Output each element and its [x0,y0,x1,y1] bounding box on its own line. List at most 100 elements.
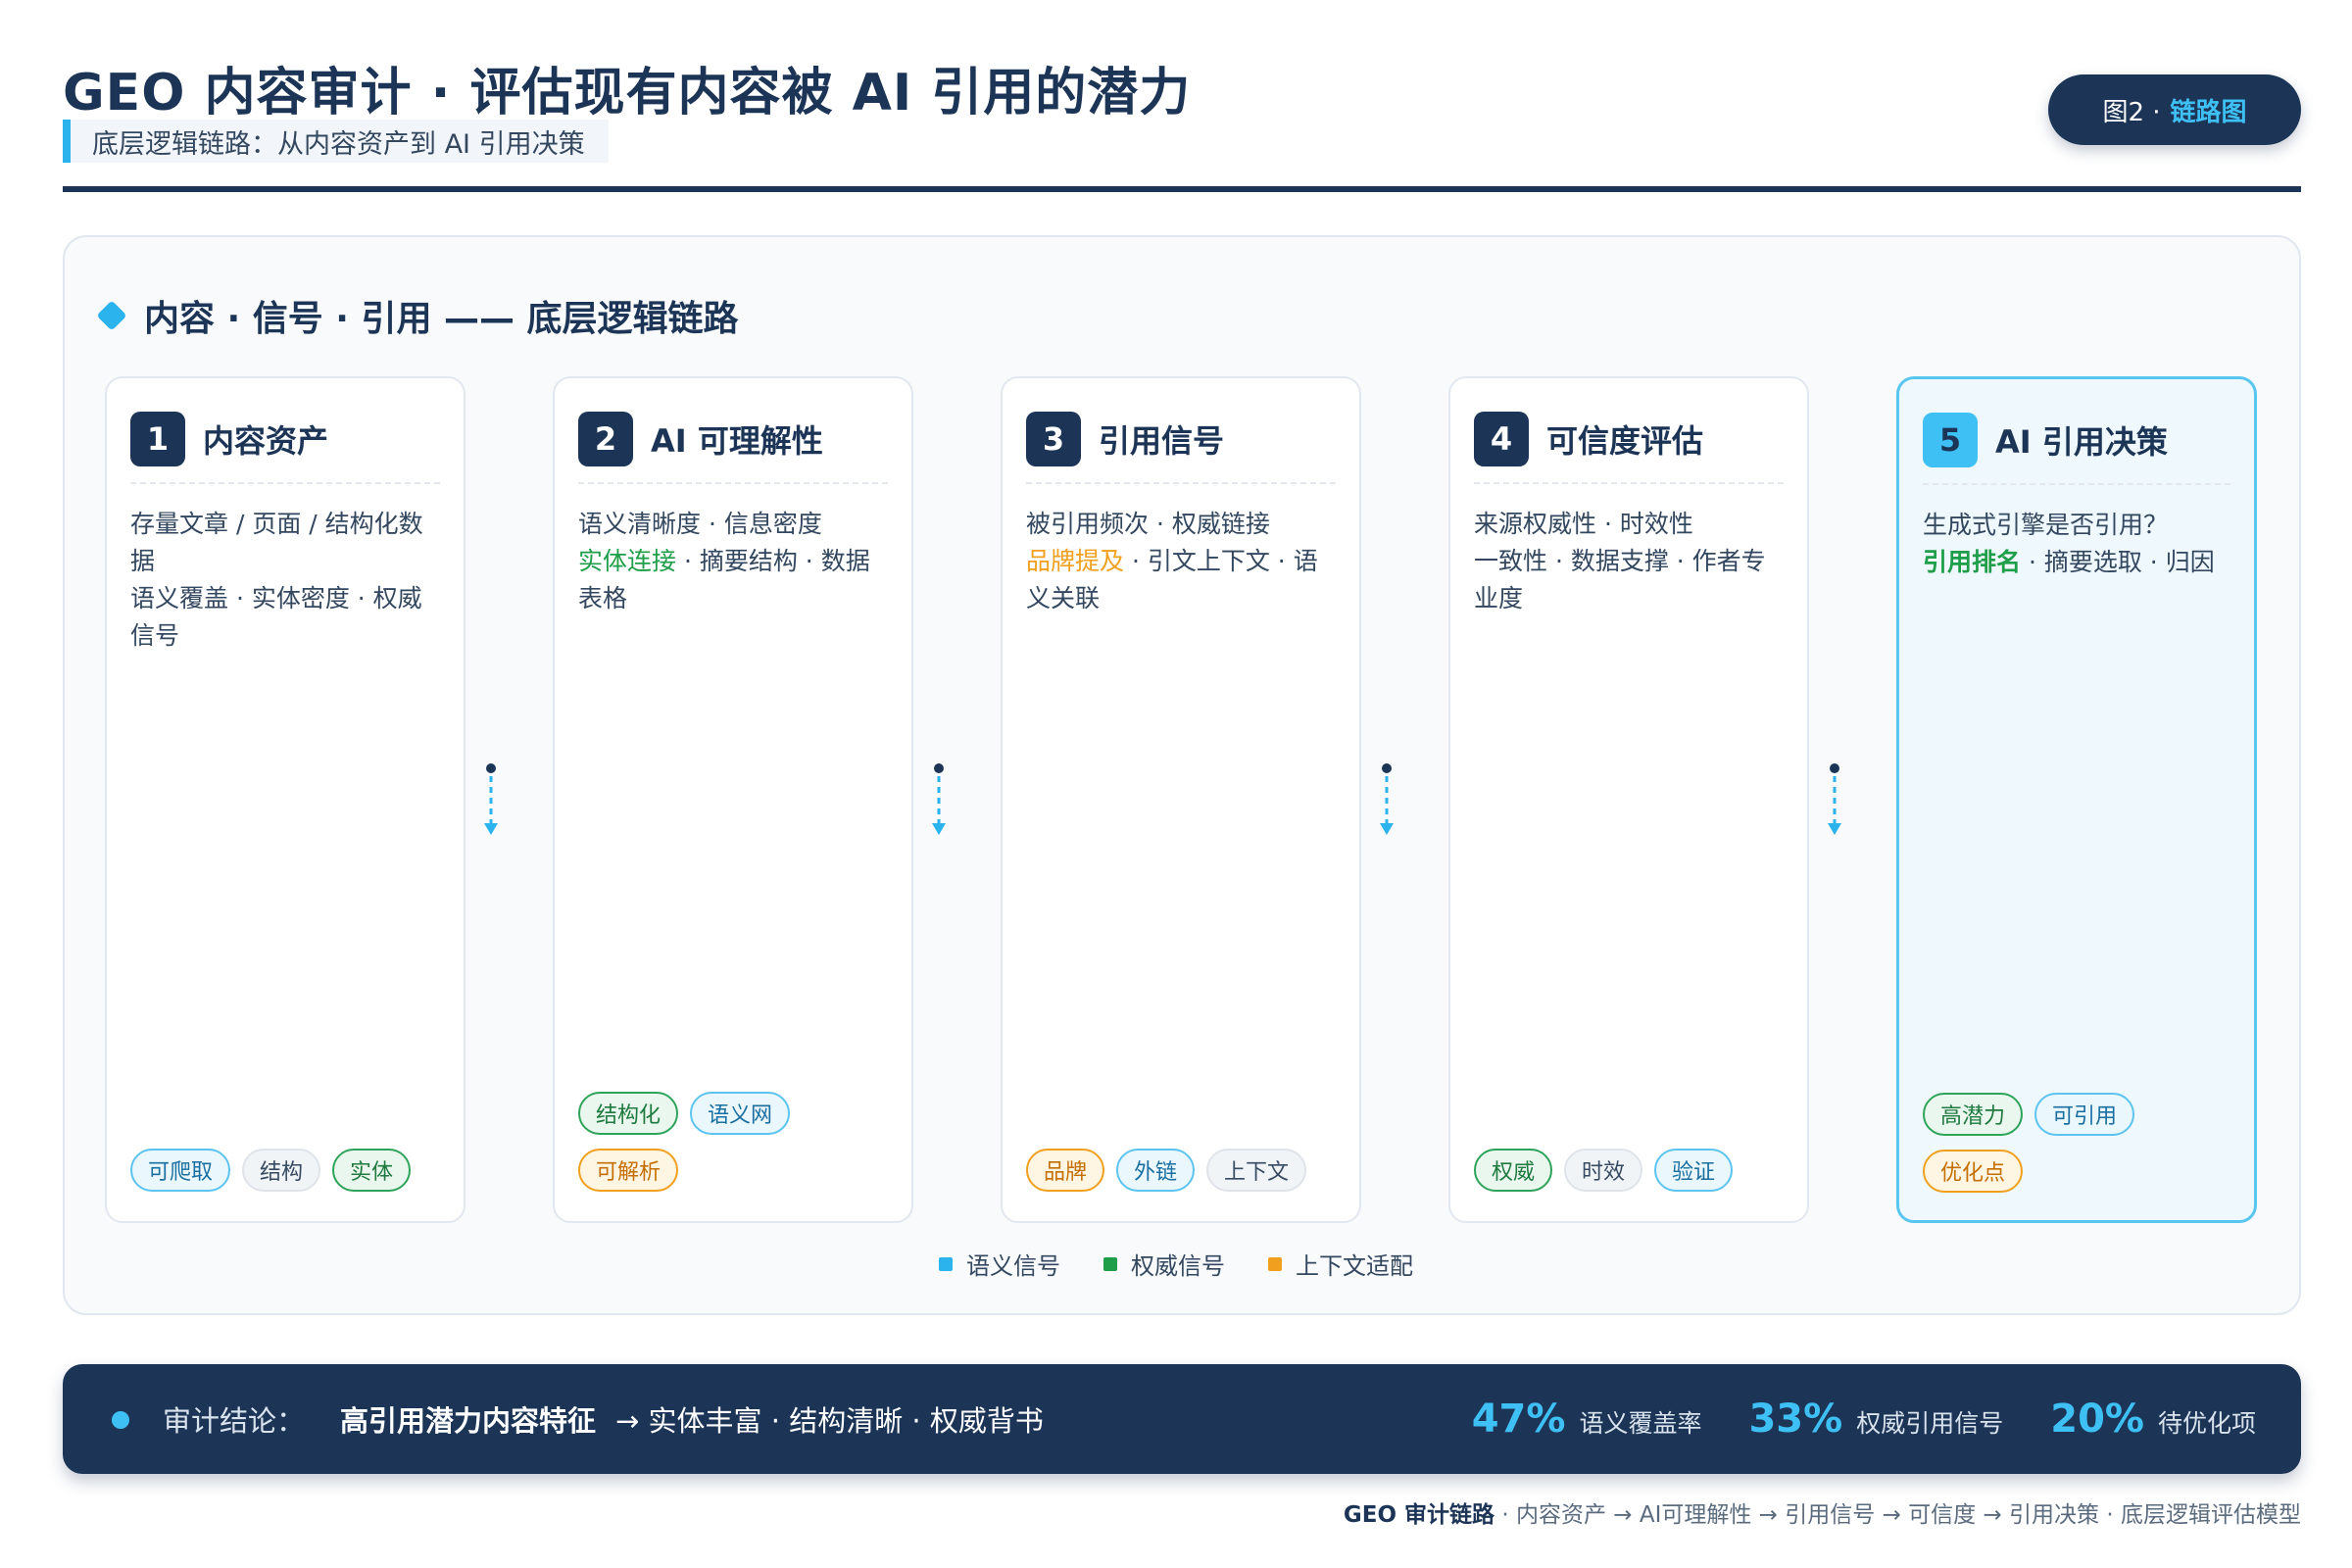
card-header: 2 AI 可理解性 [578,412,823,466]
tag-structure: 结构 [242,1149,321,1192]
stat-value: 20% [2050,1396,2144,1442]
card-line: 引用排名 · 摘要选取 · 归因 [1923,544,2232,581]
card-header: 4 可信度评估 [1474,412,1703,466]
conclusion-rest: → 实体丰富 · 结构清晰 · 权威背书 [615,1404,1044,1438]
tag-list: 品牌 外链 上下文 [1026,1149,1340,1192]
card-line: 语义清晰度 · 信息密度 [578,510,822,538]
figure-badge-highlight: 链路图 [2170,97,2247,127]
tag-verification: 验证 [1654,1149,1734,1192]
card-divider [130,482,440,484]
tag-crawlable: 可爬取 [130,1149,231,1192]
stats-group: 47% 语义覆盖率 33% 权威引用信号 20% 待优化项 [1472,1364,2256,1474]
card-description: 生成式引擎是否引用？ 引用排名 · 摘要选取 · 归因 [1923,507,2232,581]
card-line: 品牌提及 · 引文上下文 · 语义关联 [1026,543,1338,617]
tag-parsable: 可解析 [578,1149,679,1192]
footer-brand: GEO 审计链路 [1343,1502,1495,1528]
connector-arrow-2 [932,763,946,835]
card-ai-citation-decision: 5 AI 引用决策 生成式引擎是否引用？ 引用排名 · 摘要选取 · 归因 高潜… [1896,376,2257,1223]
tag-timeliness: 时效 [1564,1149,1643,1192]
card-header: 3 引用信号 [1026,412,1224,466]
card-line-rest: · 摘要选取 · 归因 [2021,548,2215,576]
footer-text: · 内容资产 → AI可理解性 → 引用信号 → 可信度 → 引用决策 · 底层… [1494,1502,2301,1528]
conclusion-text: 审计结论： 高引用潜力内容特征 → 实体丰富 · 结构清晰 · 权威背书 [163,1364,1044,1474]
card-title: AI 可理解性 [651,422,823,460]
section-header: 内容 · 信号 · 引用 —— 底层逻辑链路 [96,290,739,341]
connector-arrow-1 [484,763,498,835]
card-divider [1026,482,1336,484]
legend: 语义信号 权威信号 上下文适配 [0,1247,2352,1281]
card-title: 可信度评估 [1546,422,1704,460]
card-line: 被引用频次 · 权威链接 [1026,510,1270,538]
card-title: 内容资产 [203,422,329,460]
card-line: 来源权威性 · 时效性 [1474,510,1693,538]
highlight-text: 品牌提及 [1026,547,1125,575]
card-header: 5 AI 引用决策 [1923,413,2168,467]
footer-caption: GEO 审计链路 · 内容资产 → AI可理解性 → 引用信号 → 可信度 → … [1344,1495,2301,1529]
header-divider [63,186,2301,192]
bullet-dot-icon [112,1411,129,1429]
card-header: 1 内容资产 [130,412,328,466]
tag-list: 权威 时效 验证 [1474,1149,1788,1192]
legend-swatch [1268,1256,1282,1271]
legend-item-context: 上下文适配 [1268,1247,1413,1281]
tag-context: 上下文 [1206,1149,1307,1192]
step-number: 3 [1026,412,1081,466]
stat-label: 权威引用信号 [1856,1409,2004,1438]
card-divider [1923,483,2230,485]
card-description: 语义清晰度 · 信息密度 实体连接 · 摘要结构 · 数据表格 [578,506,890,617]
step-number: 4 [1474,412,1529,466]
card-ai-understandability: 2 AI 可理解性 语义清晰度 · 信息密度 实体连接 · 摘要结构 · 数据表… [553,376,913,1223]
conclusion-strong: 高引用潜力内容特征 [340,1404,597,1438]
stat-value: 33% [1748,1396,1843,1442]
card-content-assets: 1 内容资产 存量文章 / 页面 / 结构化数据 语义覆盖 · 实体密度 · 权… [105,376,466,1223]
section-title: 内容 · 信号 · 引用 —— 底层逻辑链路 [144,299,739,339]
tag-list: 可爬取 结构 实体 [130,1149,444,1192]
card-line: 生成式引擎是否引用？ [1923,511,2169,539]
step-number: 1 [130,412,185,466]
step-number: 2 [578,412,633,466]
stat-semantic-coverage: 47% 语义覆盖率 [1472,1396,1702,1442]
card-description: 来源权威性 · 时效性 一致性 · 数据支撑 · 作者专业度 [1474,506,1786,617]
page-subtitle: 底层逻辑链路：从内容资产到 AI 引用决策 [92,128,585,160]
tag-high-potential: 高潜力 [1923,1093,2024,1136]
card-description: 存量文章 / 页面 / 结构化数据 语义覆盖 · 实体密度 · 权威信号 [130,506,442,655]
tag-citable: 可引用 [2034,1093,2135,1136]
diamond-icon [96,300,127,331]
card-title: AI 引用决策 [1995,423,2168,461]
card-line: 存量文章 / 页面 / 结构化数据 [130,510,423,575]
tag-brand: 品牌 [1026,1149,1105,1192]
stat-value: 47% [1471,1396,1566,1442]
tag-authority: 权威 [1474,1149,1553,1192]
connector-arrow-3 [1380,763,1394,835]
tag-list: 高潜力 可引用 优化点 [1923,1093,2234,1193]
legend-item-authority: 权威信号 [1103,1247,1225,1281]
highlight-text: 实体连接 [578,547,677,575]
tag-backlink: 外链 [1116,1149,1196,1192]
card-line: 语义覆盖 · 实体密度 · 权威信号 [130,584,422,650]
card-description: 被引用频次 · 权威链接 品牌提及 · 引文上下文 · 语义关联 [1026,506,1338,617]
subtitle-box: 底层逻辑链路：从内容资产到 AI 引用决策 [63,120,609,163]
card-title: 引用信号 [1099,422,1225,460]
highlight-text: 引用排名 [1923,548,2022,576]
step-number: 5 [1923,413,1978,467]
tag-optimization-point: 优化点 [1923,1150,2024,1193]
card-line: 一致性 · 数据支撑 · 作者专业度 [1474,547,1766,612]
stat-pending-optimization: 20% 待优化项 [2050,1396,2256,1442]
stat-authority-signals: 33% 权威引用信号 [1748,1396,2003,1442]
page-title: GEO 内容审计 · 评估现有内容被 AI 引用的潜力 [63,64,1192,122]
stat-label: 语义覆盖率 [1579,1409,1702,1438]
legend-swatch [939,1256,953,1271]
legend-item-semantic: 语义信号 [939,1247,1060,1281]
card-divider [1474,482,1784,484]
tag-entity: 实体 [332,1149,412,1192]
legend-label: 上下文适配 [1296,1252,1413,1280]
legend-label: 语义信号 [966,1252,1060,1280]
legend-label: 权威信号 [1131,1252,1225,1280]
figure-badge: 图2 · 链路图 [2048,74,2301,145]
tag-structured: 结构化 [578,1092,679,1135]
card-citation-signals: 3 引用信号 被引用频次 · 权威链接 品牌提及 · 引文上下文 · 语义关联 … [1001,376,1361,1223]
tag-semantic-web: 语义网 [690,1092,791,1135]
tag-list: 结构化 语义网 可解析 [578,1092,892,1192]
card-credibility: 4 可信度评估 来源权威性 · 时效性 一致性 · 数据支撑 · 作者专业度 权… [1448,376,1809,1223]
figure-badge-prefix: 图2 · [2102,97,2161,127]
